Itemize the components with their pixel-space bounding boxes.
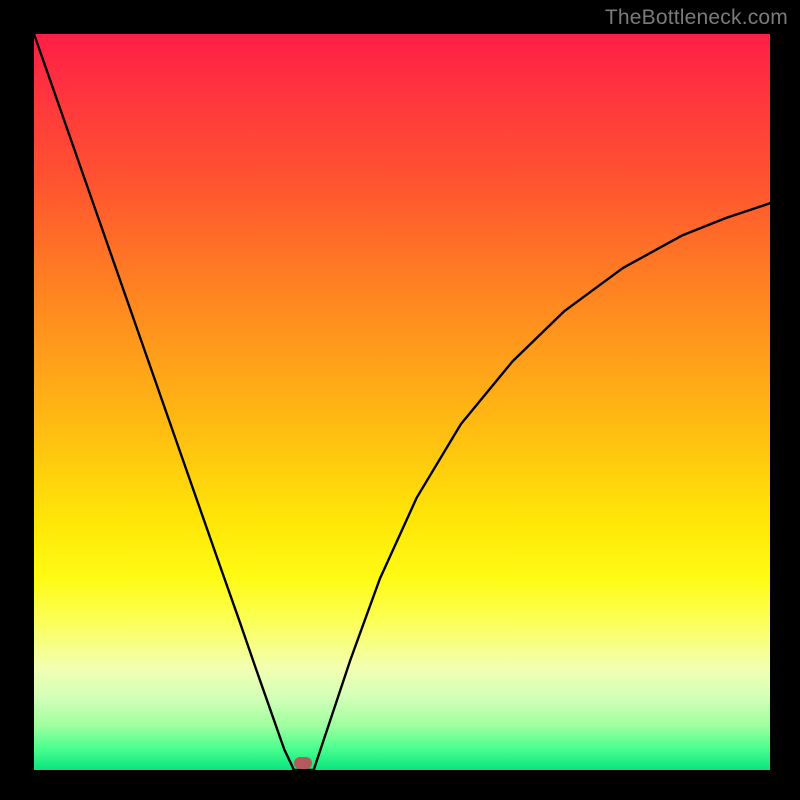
chart-frame: TheBottleneck.com — [0, 0, 800, 800]
min-marker — [294, 757, 312, 769]
bottleneck-curve — [34, 34, 770, 770]
watermark-text: TheBottleneck.com — [605, 6, 788, 30]
plot-area — [34, 34, 770, 770]
